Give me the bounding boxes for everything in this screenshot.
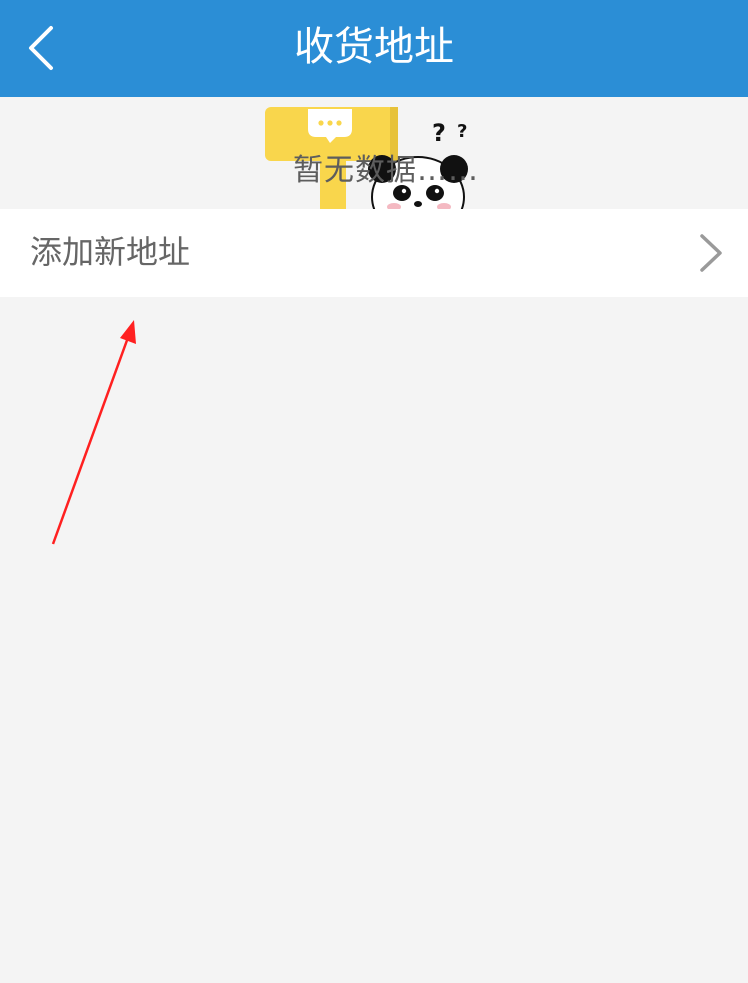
back-button[interactable] bbox=[14, 16, 74, 80]
svg-text:?: ? bbox=[457, 121, 467, 142]
add-address-label: 添加新地址 bbox=[30, 233, 191, 271]
chevron-right-icon bbox=[700, 234, 722, 272]
header-bar: 收货地址 bbox=[0, 0, 748, 97]
page-title: 收货地址 bbox=[294, 24, 454, 70]
app-root: 收货地址 ? ? 暂无数据…… 添加新地址 bbox=[0, 0, 748, 983]
svg-text:?: ? bbox=[432, 119, 446, 147]
red-arrow-annotation bbox=[51, 320, 136, 545]
chevron-left-icon bbox=[29, 26, 53, 70]
empty-message: 暂无数据…… bbox=[293, 153, 479, 188]
add-address-button[interactable]: 添加新地址 bbox=[0, 209, 748, 297]
empty-state: ? ? 暂无数据…… bbox=[0, 97, 748, 209]
